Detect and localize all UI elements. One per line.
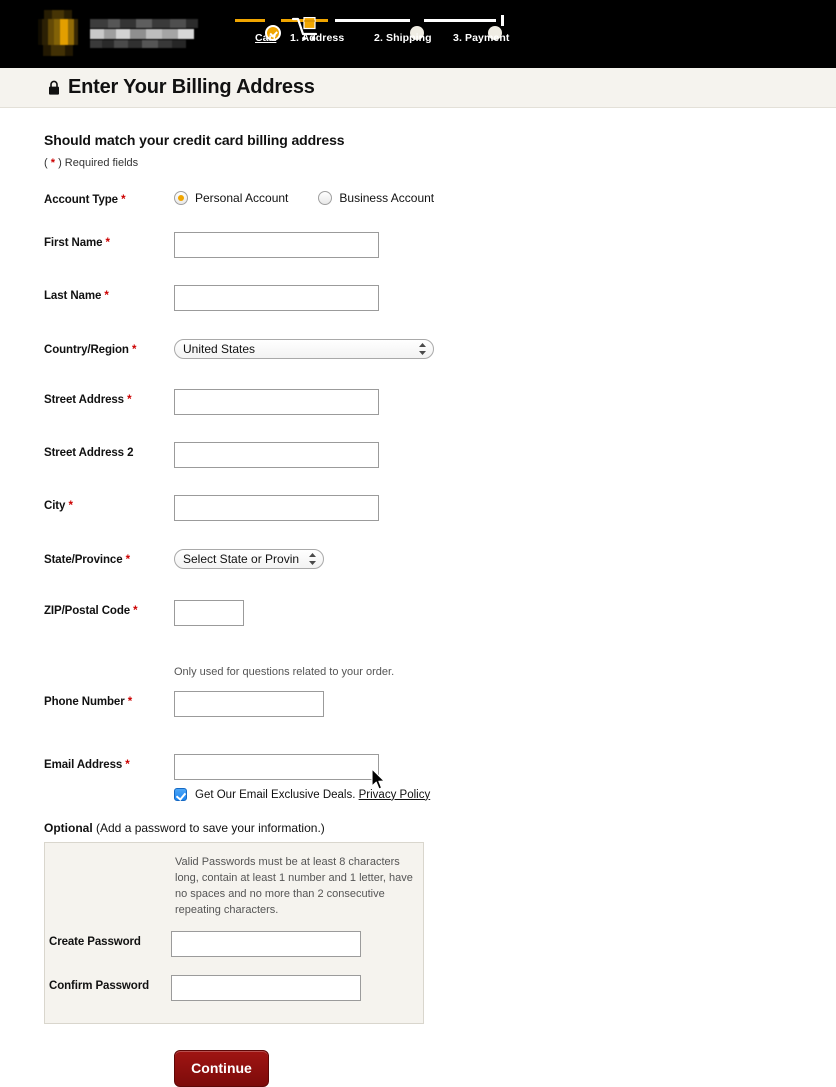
label-last-name: Last Name * — [44, 285, 174, 302]
city-input[interactable] — [174, 495, 379, 521]
optional-section-heading: Optional (Add a password to save your in… — [44, 821, 836, 835]
radio-personal-account-indicator[interactable] — [174, 191, 188, 205]
email-address-input[interactable] — [174, 754, 379, 780]
label-street-address-text: Street Address — [44, 394, 124, 406]
billing-address-form: Should match your credit card billing ad… — [0, 108, 836, 1087]
label-last-name-text: Last Name — [44, 290, 101, 302]
street-address-2-input[interactable] — [174, 442, 379, 468]
first-name-input[interactable] — [174, 232, 379, 258]
email-optin-text: Get Our Email Exclusive Deals. — [195, 789, 355, 801]
label-city-text: City — [44, 500, 65, 512]
email-optin-label: Get Our Email Exclusive Deals. Privacy P… — [195, 789, 430, 801]
row-zip-postal-code: ZIP/Postal Code * — [44, 600, 836, 640]
step-label-payment[interactable]: 3. Payment — [453, 32, 509, 44]
label-state-province-star: * — [126, 554, 130, 566]
label-street-address-star: * — [127, 394, 131, 406]
radio-business-account[interactable]: Business Account — [318, 191, 434, 205]
row-street-address-2: Street Address 2 — [44, 442, 836, 482]
state-province-select[interactable]: Select State or Province — [174, 549, 324, 569]
label-email-address: Email Address * — [44, 754, 174, 771]
radio-business-account-label: Business Account — [339, 191, 434, 205]
label-country-region-star: * — [132, 344, 136, 356]
last-name-input[interactable] — [174, 285, 379, 311]
label-first-name: First Name * — [44, 232, 174, 249]
privacy-policy-link[interactable]: Privacy Policy — [359, 789, 431, 801]
label-confirm-password: Confirm Password — [45, 975, 171, 992]
row-confirm-password: Confirm Password — [45, 975, 423, 1009]
row-email-address: Email Address * Get Our Email Exclusive … — [44, 754, 836, 801]
optional-section-note: (Add a password to save your information… — [93, 821, 325, 835]
label-last-name-star: * — [104, 290, 108, 302]
label-account-type-star: * — [121, 194, 125, 206]
zip-postal-code-input[interactable] — [174, 600, 244, 626]
row-first-name: First Name * — [44, 232, 836, 272]
phone-helper-text: Only used for questions related to your … — [174, 666, 836, 678]
label-create-password: Create Password — [45, 931, 171, 948]
row-country-region: Country/Region * United States — [44, 339, 836, 379]
row-create-password: Create Password — [45, 931, 423, 965]
step-label-shipping[interactable]: 2. Shipping — [374, 32, 432, 44]
row-street-address: Street Address * — [44, 389, 836, 429]
required-fields-note: ( * ) Required fields — [44, 157, 836, 169]
confirm-password-input[interactable] — [171, 975, 361, 1001]
checkout-progress-steps: Cart 1. Address 2. Shipping 3. Payment — [235, 6, 510, 58]
email-optin-row[interactable]: Get Our Email Exclusive Deals. Privacy P… — [174, 788, 836, 801]
step-label-cart[interactable]: Cart — [255, 32, 276, 44]
page-title: Enter Your Billing Address — [68, 76, 315, 99]
label-email-address-star: * — [125, 759, 129, 771]
email-optin-checkbox[interactable] — [174, 788, 187, 801]
optional-section-bold-label: Optional — [44, 821, 93, 835]
password-rules-text: Valid Passwords must be at least 8 chara… — [175, 855, 425, 919]
radio-personal-account-label: Personal Account — [195, 191, 288, 205]
label-phone-number-star: * — [128, 696, 132, 708]
create-password-input[interactable] — [171, 931, 361, 957]
row-last-name: Last Name * — [44, 285, 836, 325]
label-zip-postal-code-star: * — [133, 605, 137, 617]
label-city-star: * — [68, 500, 72, 512]
label-city: City * — [44, 495, 174, 512]
password-panel: Valid Passwords must be at least 8 chara… — [44, 842, 424, 1024]
label-street-address-2: Street Address 2 — [44, 442, 174, 459]
label-country-region: Country/Region * — [44, 339, 174, 356]
radio-business-account-indicator[interactable] — [318, 191, 332, 205]
label-street-address-2-text: Street Address 2 — [44, 447, 133, 459]
row-phone-helper: Only used for questions related to your … — [44, 666, 836, 688]
page-title-bar: Enter Your Billing Address — [0, 68, 836, 108]
site-header: Cart 1. Address 2. Shipping 3. Payment — [0, 0, 836, 68]
label-country-region-text: Country/Region — [44, 344, 129, 356]
row-account-type: Account Type * Personal Account Business… — [44, 189, 836, 223]
label-state-province-text: State/Province — [44, 554, 123, 566]
row-phone-number: Phone Number * — [44, 691, 836, 731]
label-email-address-text: Email Address — [44, 759, 122, 771]
label-first-name-star: * — [106, 237, 110, 249]
label-state-province: State/Province * — [44, 549, 174, 566]
required-note-close: ) Required fields — [55, 157, 138, 169]
label-account-type-text: Account Type — [44, 194, 118, 206]
label-zip-postal-code: ZIP/Postal Code * — [44, 600, 174, 617]
progress-track — [235, 19, 510, 23]
label-phone-number: Phone Number * — [44, 691, 174, 708]
country-region-select[interactable]: United States — [174, 339, 434, 359]
phone-number-input[interactable] — [174, 691, 324, 717]
step-label-address[interactable]: 1. Address — [290, 32, 344, 44]
spacer-label — [44, 666, 174, 671]
row-state-province: State/Province * Select State or Provinc… — [44, 549, 836, 589]
label-street-address: Street Address * — [44, 389, 174, 406]
label-phone-number-text: Phone Number — [44, 696, 125, 708]
label-first-name-text: First Name — [44, 237, 102, 249]
brand-logo-mark-icon — [38, 10, 78, 56]
continue-button[interactable]: Continue — [174, 1050, 269, 1087]
required-note-open: ( — [44, 157, 51, 169]
brand-logo-wordmark — [90, 13, 198, 53]
brand-logo[interactable] — [38, 6, 208, 60]
street-address-input[interactable] — [174, 389, 379, 415]
row-city: City * — [44, 495, 836, 535]
label-account-type: Account Type * — [44, 189, 174, 206]
lock-icon — [48, 80, 60, 95]
label-zip-postal-code-text: ZIP/Postal Code — [44, 605, 130, 617]
radio-personal-account[interactable]: Personal Account — [174, 191, 288, 205]
form-section-heading: Should match your credit card billing ad… — [44, 132, 836, 148]
